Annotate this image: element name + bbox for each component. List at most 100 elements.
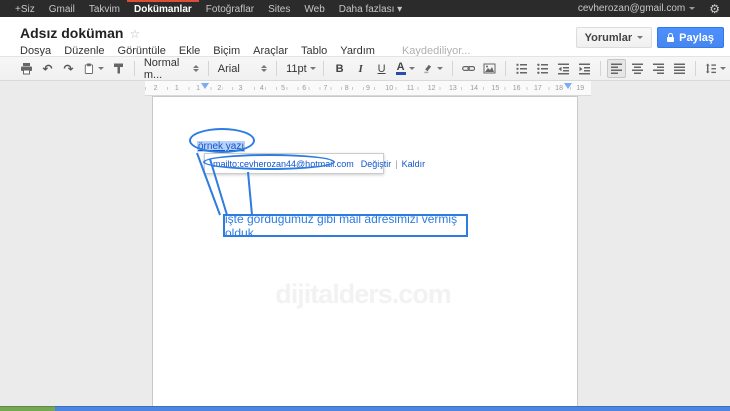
highlight-color-button[interactable] [419,59,446,78]
toolbar-separator [208,61,209,76]
highlight-icon [422,62,434,75]
clipboard-icon [83,62,95,75]
ruler-number: 8 [336,81,357,96]
ruler-number: 3 [230,81,251,96]
gear-icon[interactable]: ⚙ [703,2,726,16]
toolbar-separator [134,61,135,76]
bottom-bar [0,406,730,411]
chevron-down-icon [637,36,643,39]
align-right-button[interactable] [649,59,668,78]
ruler-number: 7 [315,81,336,96]
right-margin-marker[interactable] [564,83,572,89]
ruler[interactable]: 2112345678910111213141516171819 [145,81,591,96]
topbar-nav-item[interactable]: +Siz [8,0,42,17]
bottom-bar-green-segment [0,406,55,411]
font-size-dropdown[interactable]: 11pt [282,59,318,78]
undo-button[interactable]: ↶ [38,59,57,78]
ruler-number: 12 [421,81,442,96]
indent-icon [578,62,591,75]
topbar-nav: +SizGmailTakvimDokümanlarFotoğraflarSite… [0,0,409,17]
increase-indent-button[interactable] [575,59,594,78]
link-popup: mailto:cevherozan44@hotmail.com Değiştir… [204,153,384,174]
annotation-callout-box: işte gördüğümüz gibi mail adresimizi ver… [223,214,468,237]
font-size-value: 11pt [286,63,307,75]
ruler-numbers: 2112345678910111213141516171819 [145,81,591,96]
popup-divider: | [395,159,397,169]
bold-button[interactable]: B [330,59,349,78]
chevron-down-icon [98,67,104,70]
italic-button[interactable]: I [351,59,370,78]
document-hyperlink[interactable]: örnek yazı [197,141,245,152]
ruler-number: 13 [442,81,463,96]
toolbar-separator [600,61,601,76]
topbar-account-area: cevherozan@gmail.com ⚙ [570,0,730,17]
title-row: Adsız doküman ☆ [20,25,140,41]
document-header: Adsız doküman ☆ DosyaDüzenleGörüntüleEkl… [0,17,730,56]
ruler-number: 9 [357,81,378,96]
redo-button[interactable]: ↷ [59,59,78,78]
underline-button[interactable]: U [372,59,391,78]
account-email: cevherozan@gmail.com [578,3,685,14]
topbar-nav-item[interactable]: Fotoğraflar [199,0,261,17]
document-title[interactable]: Adsız doküman [20,25,123,41]
lock-icon [667,37,674,42]
change-link-button[interactable]: Değiştir [361,159,392,169]
ruler-number: 4 [251,81,272,96]
ruler-number: 11 [400,81,421,96]
topbar-nav-item[interactable]: Dokümanlar [127,0,199,17]
decrease-indent-button[interactable] [554,59,573,78]
chevron-down-icon [437,67,443,70]
chevron-down-icon [310,67,316,70]
image-icon [483,62,496,75]
align-center-button[interactable] [628,59,647,78]
ruler-number: 15 [485,81,506,96]
web-clipboard-button[interactable] [80,59,107,78]
topbar-nav-item[interactable]: Takvim [82,0,127,17]
chevron-down-icon [720,67,726,70]
bullet-list-button[interactable] [533,59,552,78]
topbar-nav-item[interactable]: Daha fazlası ▾ [332,0,409,17]
topbar-nav-item[interactable]: Gmail [42,0,82,17]
align-justify-button[interactable] [670,59,689,78]
link-popup-url[interactable]: mailto:cevherozan44@hotmail.com [213,159,354,169]
google-docs-window: +SizGmailTakvimDokümanlarFotoğraflarSite… [0,0,730,411]
insert-image-button[interactable] [480,59,499,78]
comments-button[interactable]: Yorumlar [576,27,652,48]
ruler-number: 14 [464,81,485,96]
paint-format-icon [112,62,125,75]
account-menu[interactable]: cevherozan@gmail.com [570,3,703,14]
styles-dropdown[interactable]: Normal m... [140,59,203,78]
line-spacing-button[interactable] [702,59,729,78]
ruler-number: 2 [145,81,166,96]
ruler-number: 5 [272,81,293,96]
ruler-row: 2112345678910111213141516171819 [0,81,730,96]
updown-icon [193,65,199,72]
bullet-list-icon [536,62,549,75]
numbered-list-button[interactable] [512,59,531,78]
ruler-number: 1 [166,81,187,96]
left-margin-marker[interactable] [201,83,209,89]
topbar-nav-item[interactable]: Web [297,0,331,17]
topbar-nav-item[interactable]: Sites [261,0,297,17]
outdent-icon [557,62,570,75]
bottom-bar-blue-segment [55,406,730,411]
align-left-button[interactable] [607,59,626,78]
print-icon [20,62,33,75]
toolbar-separator [695,61,696,76]
document-page[interactable]: örnek yazı mailto:cevherozan44@hotmail.c… [152,96,578,406]
paint-format-button[interactable] [109,59,128,78]
document-canvas: örnek yazı mailto:cevherozan44@hotmail.c… [0,96,730,406]
align-center-icon [631,62,644,75]
insert-link-button[interactable] [459,59,478,78]
link-popup-actions: Değiştir | Kaldır [361,159,425,169]
comments-label: Yorumlar [585,32,632,44]
toolbar-separator [452,61,453,76]
print-button[interactable] [17,59,36,78]
remove-link-button[interactable]: Kaldır [402,159,426,169]
star-icon[interactable]: ☆ [129,27,140,41]
share-button[interactable]: Paylaş [657,27,724,48]
text-color-button[interactable]: A [393,59,417,78]
font-dropdown[interactable]: Arial [214,59,271,78]
toolbar-separator [323,61,324,76]
watermark: dijitalders.com [183,279,543,310]
